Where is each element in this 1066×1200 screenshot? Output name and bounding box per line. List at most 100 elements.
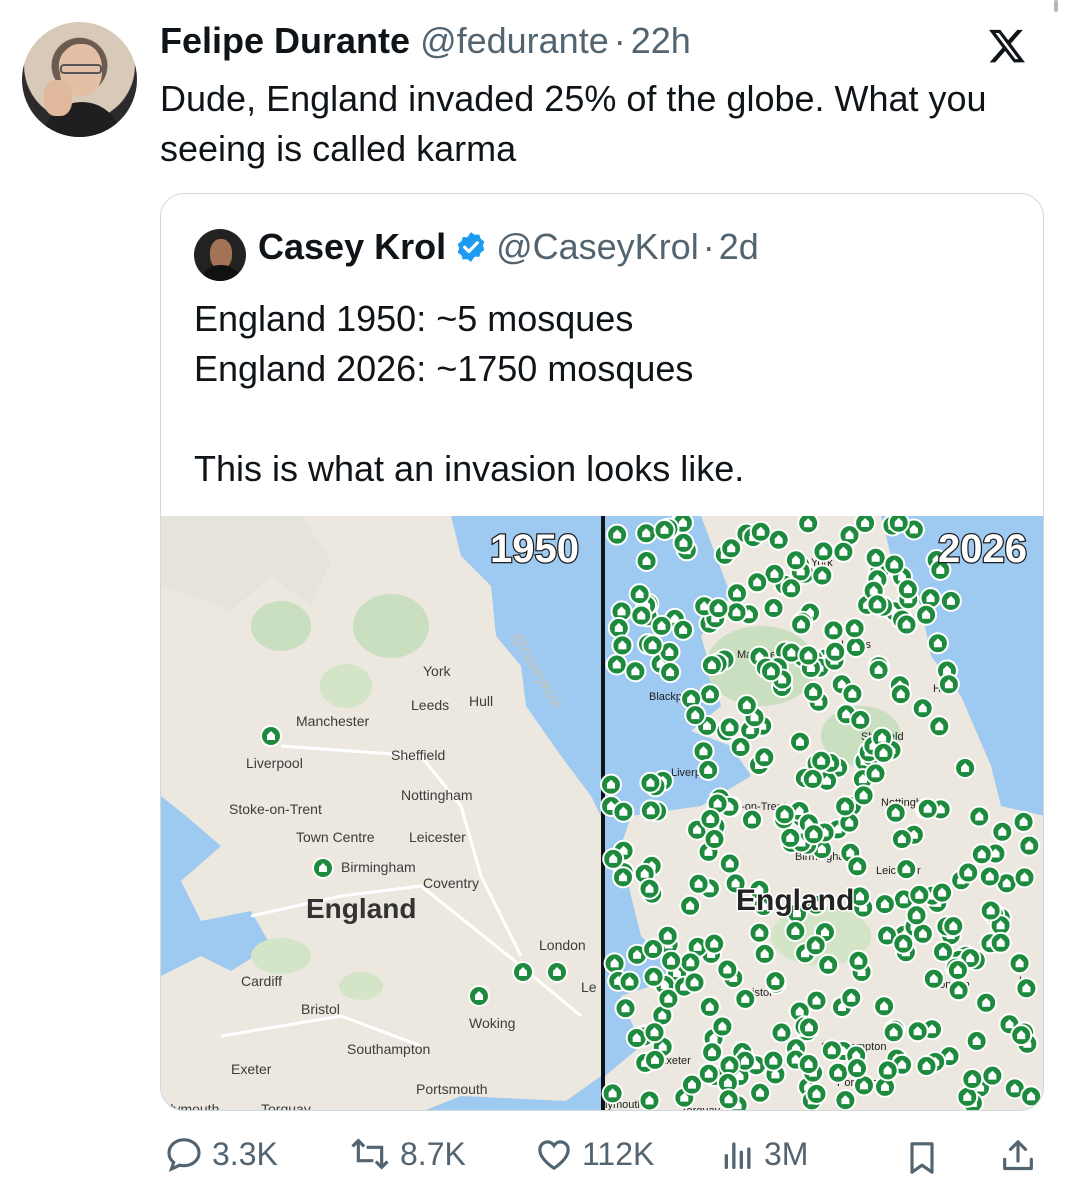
mosque-marker [957,861,980,884]
quoted-timestamp[interactable]: 2d [719,226,759,268]
scroll-indicator[interactable] [1054,0,1058,12]
comparison-map-image[interactable]: York Leeds Hull Manchester Liverpool Sheffiel… [161,516,1044,1111]
mosque-marker [711,1015,734,1038]
mosque-marker [734,987,757,1010]
mosque-marker [784,549,807,572]
mosque-marker [717,1088,740,1110]
view-count: 3M [764,1135,809,1172]
mosque-marker [546,961,568,983]
mosque-marker [512,961,534,983]
mosque-marker [638,877,661,900]
mosque-marker [764,970,787,993]
mosque-marker [753,942,776,965]
repost-count: 8.7K [400,1135,466,1172]
mosque-marker [947,979,970,1002]
mosque-marker [606,523,629,546]
like-icon [538,1140,570,1171]
map-2026-year: 2026 [938,527,1027,571]
tweet-header: Felipe Durante @fedurante · 22h [160,20,691,62]
place-label-portsmouth: Portsmouth [416,1081,488,1097]
mosque-marker [896,578,919,601]
author-avatar[interactable] [22,22,137,137]
mosque-marker [692,740,715,763]
like-button[interactable]: 112K [534,1134,654,1174]
mosque-marker [864,762,887,785]
quoted-author-name[interactable]: Casey Krol [258,226,446,268]
map-1950 [161,516,601,1110]
mosque-marker [895,613,918,636]
place-label-london: London [539,937,586,953]
place-label-birmingham: Birmingham [341,859,416,875]
mosque-marker [882,1021,905,1044]
mosque-marker [699,683,721,706]
mosque-marker [798,1016,820,1039]
mosque-marker [978,865,1001,888]
mosque-marker [260,725,282,747]
mosque-marker [700,654,723,677]
views-button[interactable]: 3M [718,1134,808,1174]
map-1950-year: 1950 [490,527,579,571]
mosque-marker [697,758,720,781]
mosque-marker [639,771,662,794]
mosque-marker [884,801,907,824]
action-bar: 3.3K 8.7K 112K 3M [0,1128,1066,1184]
mosque-marker [762,597,785,619]
mosque-marker [602,847,625,870]
reply-button[interactable]: 3.3K [164,1134,278,1174]
mosque-marker [932,940,954,963]
author-name[interactable]: Felipe Durante [160,20,410,62]
mosque-marker [840,986,863,1009]
place-label-bristol: Bristol [301,1001,340,1017]
place-label-town-centre: Town Centre [296,829,375,845]
mosque-marker [797,644,820,667]
mosque-marker [672,618,695,641]
quoted-author-avatar[interactable] [194,229,246,281]
mosque-marker [841,682,864,705]
bookmark-icon[interactable] [902,1138,942,1178]
mosque-marker [832,540,855,563]
place-label-sheffield: Sheffield [391,747,445,763]
place-label-liverpool: Liverpool [246,755,303,771]
mosque-marker [834,1089,857,1110]
mosque-marker [699,808,722,830]
place-label-exeter: Exeter [231,1061,272,1077]
mosque-marker [635,522,658,545]
quoted-author-handle[interactable]: @CaseyKrol [496,226,699,268]
quoted-line-3 [194,394,744,444]
mosque-marker [931,881,954,904]
mosque-marker [748,921,771,944]
repost-button[interactable]: 8.7K [348,1134,466,1174]
author-handle[interactable]: @fedurante [420,20,609,62]
mosque-marker [698,995,721,1018]
mosque-marker [679,951,702,974]
mosque-marker [701,1041,724,1064]
mosque-marker [844,636,867,658]
mosque-marker [601,1082,624,1105]
mosque-marker [975,991,998,1014]
mosque-marker [618,970,641,993]
mosque-marker [703,828,726,850]
quoted-tweet[interactable]: Casey Krol @CaseyKrol · 2d England 1950:… [160,193,1044,1111]
mosque-marker [312,857,334,879]
mosque-marker [624,660,647,683]
tweet-timestamp[interactable]: 22h [631,20,691,62]
mosque-marker [780,577,803,600]
place-label-manchester: Manchester [296,713,369,729]
mosque-marker [614,997,637,1020]
mosque-marker [906,1020,929,1043]
mosque-marker [468,985,490,1007]
mosque-marker [630,604,653,627]
mosque-marker [660,949,683,972]
mosque-marker [716,958,739,981]
x-logo-icon [989,29,1025,63]
mosque-marker [810,749,833,772]
mosque-marker [790,613,813,636]
mosque-marker [946,959,969,981]
mosque-marker [770,1021,793,1044]
mosque-marker [956,1085,979,1108]
mosque-marker [789,730,811,753]
header-separator: · [613,20,626,61]
mosque-marker [922,967,945,990]
like-count: 112K [582,1135,655,1172]
share-icon[interactable] [998,1136,1038,1176]
